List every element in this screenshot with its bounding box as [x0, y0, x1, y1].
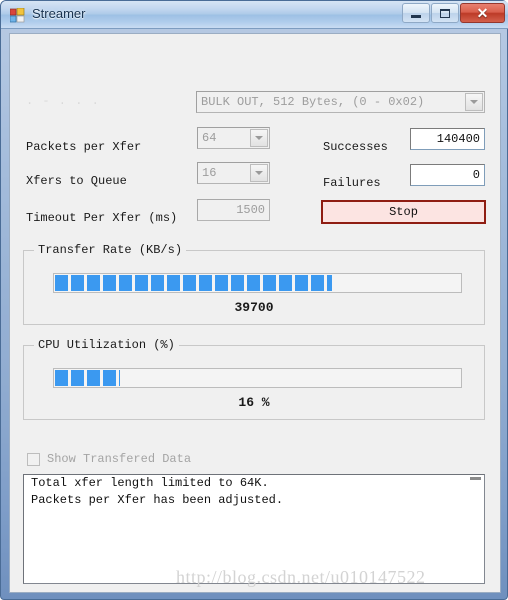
minimize-icon: [403, 4, 429, 22]
packets-per-xfer-combo[interactable]: 64: [197, 127, 270, 149]
maximize-button[interactable]: [431, 3, 459, 23]
minimize-button[interactable]: [402, 3, 430, 23]
chevron-down-icon[interactable]: [465, 93, 483, 111]
xfers-to-queue-combo[interactable]: 16: [197, 162, 270, 184]
transfer-rate-value: 39700: [234, 300, 274, 315]
failures-value: 0: [410, 164, 485, 186]
close-icon: ✕: [476, 4, 489, 21]
window-controls: ✕: [402, 3, 505, 23]
close-button[interactable]: ✕: [460, 3, 505, 23]
endpoint-combo-value: BULK OUT, 512 Bytes, (0 - 0x02): [201, 95, 425, 109]
xfers-to-queue-value: 16: [202, 166, 217, 180]
cpu-utilization-progress-fill: [55, 370, 121, 386]
maximize-icon: [432, 4, 458, 22]
endpoint-ghost-label: . - . . .: [26, 94, 100, 108]
app-squares-icon: [10, 8, 25, 23]
timeout-per-xfer-label: Timeout Per Xfer (ms): [26, 211, 178, 225]
stop-button[interactable]: Stop: [321, 200, 486, 224]
xfers-to-queue-label: Xfers to Queue: [26, 174, 127, 188]
transfer-rate-progressbar: [53, 273, 462, 293]
successes-value: 140400: [410, 128, 485, 150]
cpu-utilization-progressbar: [53, 368, 462, 388]
show-transfered-data-checkbox-row[interactable]: Show Transfered Data: [27, 452, 191, 466]
log-line: Packets per Xfer has been adjusted.: [31, 493, 284, 507]
streamer-window: Streamer ✕ . - . . . BULK OUT, 512 Bytes…: [0, 0, 508, 600]
cpu-utilization-title: CPU Utilization (%): [34, 338, 179, 352]
checkbox-icon[interactable]: [27, 452, 40, 466]
successes-label: Successes: [323, 140, 388, 154]
log-grip: [470, 477, 481, 480]
timeout-per-xfer-input[interactable]: 1500: [197, 199, 270, 221]
packets-per-xfer-label: Packets per Xfer: [26, 140, 142, 154]
window-title: Streamer: [32, 6, 86, 21]
chevron-down-icon[interactable]: [250, 129, 268, 147]
endpoint-combo[interactable]: BULK OUT, 512 Bytes, (0 - 0x02): [196, 91, 485, 113]
watermark-text: http://blog.csdn.net/u010147522: [176, 567, 426, 587]
transfer-rate-progress-fill: [55, 275, 332, 291]
title-bar[interactable]: Streamer ✕: [1, 1, 508, 29]
client-area: . - . . . BULK OUT, 512 Bytes, (0 - 0x02…: [9, 33, 501, 593]
transfer-rate-group: Transfer Rate (KB/s) 39700: [23, 243, 485, 325]
cpu-utilization-value: 16 %: [238, 395, 270, 410]
cpu-utilization-group: CPU Utilization (%) 16 %: [23, 338, 485, 420]
show-transfered-data-label: Show Transfered Data: [47, 452, 192, 466]
transfer-rate-title: Transfer Rate (KB/s): [34, 243, 187, 257]
chevron-down-icon[interactable]: [250, 164, 268, 182]
packets-per-xfer-value: 64: [202, 131, 217, 145]
log-line: Total xfer length limited to 64K.: [31, 476, 269, 490]
failures-label: Failures: [323, 176, 381, 190]
